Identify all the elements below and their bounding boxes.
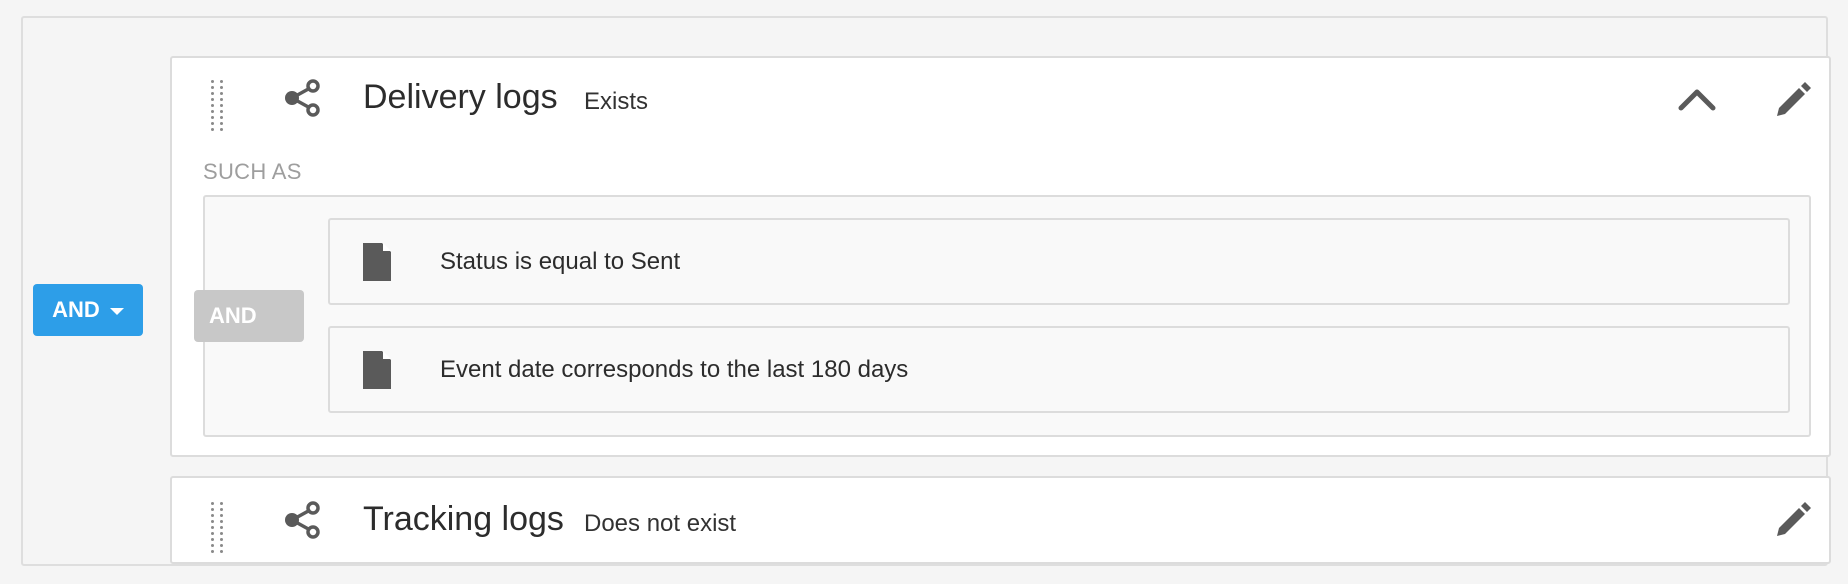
block-title: Delivery logs (363, 78, 558, 116)
pencil-icon[interactable] (1773, 80, 1813, 120)
condition-row[interactable]: Status is equal to Sent (328, 218, 1790, 305)
condition-text: Status is equal to Sent (440, 248, 681, 275)
inner-operator-badge: AND (194, 290, 304, 342)
root-operator-label: AND (52, 297, 100, 322)
conditions-group: AND Status is equal to Sent Event date c… (194, 195, 1811, 437)
block-title: Tracking logs (363, 500, 564, 538)
condition-text: Event date corresponds to the last 180 d… (440, 356, 909, 383)
share-icon (285, 501, 320, 539)
such-as-label: SUCH AS (203, 159, 302, 184)
drag-handle-icon[interactable] (211, 80, 225, 131)
share-icon (285, 79, 320, 117)
chevron-down-icon (109, 307, 124, 315)
chevron-up-icon[interactable] (1677, 84, 1717, 112)
tracking-logs-card: Tracking logs Does not exist (170, 476, 1831, 564)
query-container: AND Delivery logs Exists SUCH AS AND Sta… (21, 16, 1831, 566)
pencil-icon[interactable] (1773, 500, 1813, 540)
inner-operator-label: AND (209, 303, 257, 328)
condition-row[interactable]: Event date corresponds to the last 180 d… (328, 326, 1790, 413)
drag-handle-icon[interactable] (211, 502, 225, 553)
block-status: Does not exist (584, 510, 737, 537)
document-icon (363, 243, 391, 281)
delivery-logs-card: Delivery logs Exists SUCH AS AND Status … (170, 56, 1831, 457)
block-status: Exists (584, 88, 649, 115)
document-icon (363, 351, 391, 389)
root-operator-dropdown[interactable]: AND (33, 284, 143, 336)
